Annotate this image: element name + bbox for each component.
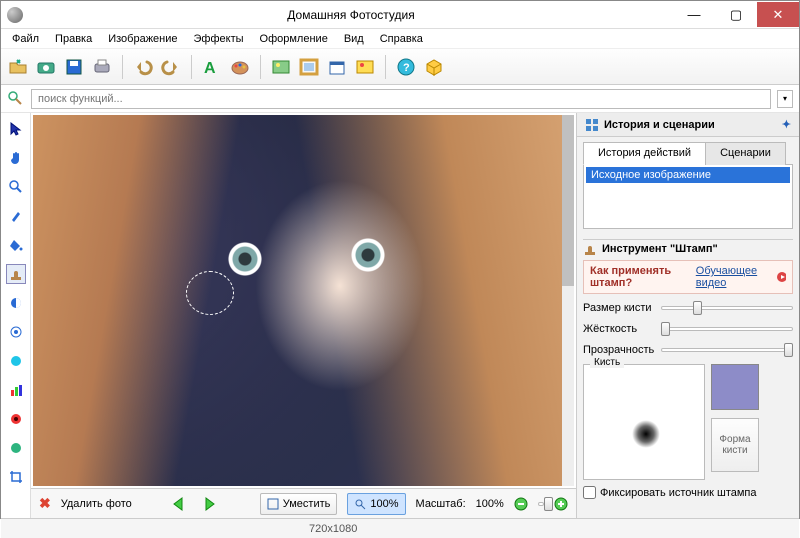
fill-icon[interactable] bbox=[6, 235, 26, 255]
menu-bar: Файл Правка Изображение Эффекты Оформлен… bbox=[1, 29, 799, 49]
svg-text:A: A bbox=[204, 60, 216, 77]
collapse-icon[interactable]: ✦ bbox=[782, 118, 791, 131]
brush-icon[interactable] bbox=[6, 206, 26, 226]
hardness-slider[interactable] bbox=[661, 321, 793, 337]
redeye-icon[interactable] bbox=[6, 409, 26, 429]
next-button[interactable] bbox=[200, 496, 220, 512]
levels-icon[interactable] bbox=[6, 380, 26, 400]
size-label: Размер кисти bbox=[583, 302, 653, 314]
collage-icon[interactable] bbox=[354, 56, 376, 78]
blur-icon[interactable] bbox=[6, 322, 26, 342]
menu-effects[interactable]: Эффекты bbox=[187, 31, 251, 47]
fixate-checkbox[interactable] bbox=[583, 486, 596, 499]
zoom-icon[interactable] bbox=[6, 177, 26, 197]
image-icon[interactable] bbox=[270, 56, 292, 78]
redo-icon[interactable] bbox=[160, 56, 182, 78]
side-toolbar bbox=[1, 113, 31, 518]
main-toolbar: A ? bbox=[1, 49, 799, 85]
play-icon bbox=[776, 271, 786, 283]
menu-view[interactable]: Вид bbox=[337, 31, 371, 47]
size-slider[interactable] bbox=[661, 300, 793, 316]
text-icon[interactable]: A bbox=[201, 56, 223, 78]
search-icon bbox=[7, 90, 25, 108]
opacity-label: Прозрачность bbox=[583, 344, 653, 356]
svg-text:?: ? bbox=[403, 62, 410, 74]
save-icon[interactable] bbox=[63, 56, 85, 78]
tutorial-link[interactable]: Обучающее видео bbox=[696, 265, 773, 289]
app-title: Домашняя Фотостудия bbox=[29, 8, 673, 22]
app-icon bbox=[7, 7, 23, 23]
color-swatch[interactable] bbox=[711, 364, 759, 410]
healbrush-icon[interactable] bbox=[6, 438, 26, 458]
history-list[interactable]: Исходное изображение bbox=[583, 165, 793, 229]
canvas[interactable] bbox=[33, 115, 562, 486]
history-tabs: История действий Сценарии bbox=[583, 141, 793, 165]
history-panel-title: История и сценарии bbox=[604, 119, 715, 131]
stamp-small-icon bbox=[583, 242, 597, 256]
scale-label: Масштаб: bbox=[416, 498, 466, 510]
menu-design[interactable]: Оформление bbox=[253, 31, 335, 47]
fit-button[interactable]: Уместить bbox=[260, 493, 338, 515]
brush-shape-button[interactable]: Форма кисти bbox=[711, 418, 759, 472]
open-icon[interactable] bbox=[7, 56, 29, 78]
print-icon[interactable] bbox=[91, 56, 113, 78]
brush-blob bbox=[632, 420, 660, 448]
zoom-out-icon[interactable] bbox=[514, 497, 528, 511]
camera-icon[interactable] bbox=[35, 56, 57, 78]
tutorial-bar: Как применять штамп? Обучающее видео bbox=[583, 260, 793, 294]
scale-value: 100% bbox=[476, 498, 504, 510]
vertical-scrollbar[interactable] bbox=[562, 115, 574, 486]
title-bar: Домашняя Фотостудия — ▢ ✕ bbox=[1, 1, 799, 29]
maximize-button[interactable]: ▢ bbox=[715, 2, 757, 27]
pointer-icon[interactable] bbox=[6, 119, 26, 139]
palette-icon[interactable] bbox=[229, 56, 251, 78]
fixate-label: Фиксировать источник штампа bbox=[600, 487, 757, 499]
menu-edit[interactable]: Правка bbox=[48, 31, 99, 47]
opacity-slider[interactable] bbox=[661, 342, 793, 358]
status-bar: 720x1080 bbox=[1, 518, 799, 538]
search-dropdown[interactable]: ▾ bbox=[777, 90, 793, 108]
stamp-icon[interactable] bbox=[6, 264, 26, 284]
zoom-100-button[interactable]: 100% bbox=[347, 493, 405, 515]
history-item[interactable]: Исходное изображение bbox=[586, 167, 790, 183]
window-controls: — ▢ ✕ bbox=[673, 2, 799, 27]
canvas-area: ✖ Удалить фото Уместить 100% Масштаб: 10… bbox=[31, 113, 576, 518]
menu-file[interactable]: Файл bbox=[5, 31, 46, 47]
crop-icon[interactable] bbox=[6, 467, 26, 487]
close-button[interactable]: ✕ bbox=[757, 2, 799, 27]
search-input[interactable] bbox=[31, 89, 771, 109]
menu-help[interactable]: Справка bbox=[373, 31, 430, 47]
canvas-bottom-bar: ✖ Удалить фото Уместить 100% Масштаб: 10… bbox=[31, 488, 576, 518]
main-area: ✖ Удалить фото Уместить 100% Масштаб: 10… bbox=[1, 113, 799, 518]
right-panel: История и сценарии ✦ История действий Сц… bbox=[576, 113, 799, 518]
delete-icon[interactable]: ✖ bbox=[39, 495, 51, 512]
zoom-in-icon[interactable] bbox=[554, 497, 568, 511]
tool-title: Инструмент "Штамп" bbox=[602, 243, 718, 255]
delete-photo-button[interactable]: Удалить фото bbox=[61, 498, 132, 510]
contrast-icon[interactable] bbox=[6, 293, 26, 313]
menu-image[interactable]: Изображение bbox=[101, 31, 184, 47]
hand-icon[interactable] bbox=[6, 148, 26, 168]
history-panel-header: История и сценарии ✦ bbox=[577, 113, 799, 137]
selection-marquee bbox=[186, 271, 234, 315]
search-bar: ▾ bbox=[1, 85, 799, 113]
minimize-button[interactable]: — bbox=[673, 2, 715, 27]
howto-question: Как применять штамп? bbox=[590, 265, 692, 289]
help-icon[interactable]: ? bbox=[395, 56, 417, 78]
sharpen-icon[interactable] bbox=[6, 351, 26, 371]
undo-icon[interactable] bbox=[132, 56, 154, 78]
prev-button[interactable] bbox=[170, 496, 190, 512]
brush-label: Кисть bbox=[590, 357, 624, 368]
box-icon[interactable] bbox=[423, 56, 445, 78]
hardness-label: Жёсткость bbox=[583, 323, 653, 335]
history-icon bbox=[585, 118, 599, 132]
frame-icon[interactable] bbox=[298, 56, 320, 78]
tab-scenarios[interactable]: Сценарии bbox=[705, 142, 786, 165]
tab-history[interactable]: История действий bbox=[583, 142, 706, 165]
calendar-icon[interactable] bbox=[326, 56, 348, 78]
zoom-slider[interactable] bbox=[538, 496, 544, 512]
image-dimensions: 720x1080 bbox=[309, 523, 357, 535]
brush-preview: Кисть bbox=[583, 364, 705, 480]
